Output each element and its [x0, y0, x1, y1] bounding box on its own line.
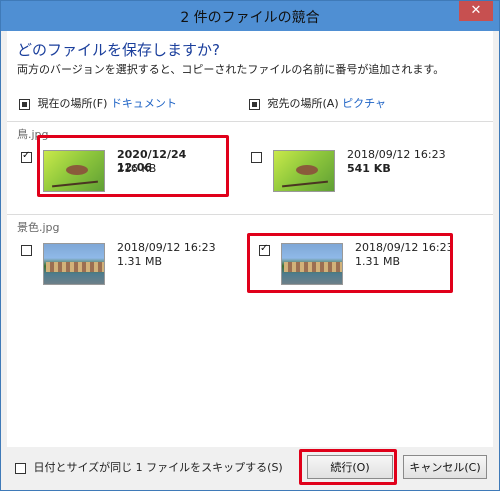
left-location-link[interactable]: ドキュメント	[111, 97, 177, 110]
question-heading: どのファイルを保存しますか?	[17, 41, 220, 59]
dialog-footer: 日付とサイズが同じ 1 ファイルをスキップする(S) 続行(O) キャンセル(C…	[1, 447, 499, 490]
dialog-content: どのファイルを保存しますか? 両方のバージョンを選択すると、コピーされたファイル…	[7, 31, 493, 447]
dialog-title: 2 件のファイルの競合	[180, 10, 320, 26]
file-date: 2018/09/12 16:23	[347, 148, 446, 161]
file-date: 2018/09/12 16:23	[117, 241, 216, 254]
close-icon: ✕	[470, 3, 482, 18]
conflict-dialog: 2 件のファイルの競合 ✕ どのファイルを保存しますか? 両方のバージョンを選択…	[0, 0, 500, 491]
landscape-left-checkbox[interactable]	[21, 245, 32, 256]
file-size: 1.31 MB	[117, 255, 163, 268]
cancel-button[interactable]: キャンセル(C)	[403, 455, 487, 479]
landscape-thumbnail	[43, 243, 105, 285]
bird-thumbnail	[273, 150, 335, 192]
skip-label: 日付とサイズが同じ 1 ファイルをスキップする(S)	[33, 461, 283, 474]
right-select-all-checkbox[interactable]	[249, 98, 260, 110]
skip-checkbox[interactable]	[15, 462, 26, 474]
right-location-label: 宛先の場所(A)	[267, 97, 339, 110]
file-name: 景色.jpg	[17, 221, 60, 234]
bird-left-checkbox[interactable]	[21, 150, 32, 163]
title-bar: 2 件のファイルの競合 ✕	[1, 1, 499, 31]
highlight-frame	[247, 233, 453, 293]
highlight-frame	[37, 135, 229, 197]
close-button[interactable]: ✕	[459, 1, 493, 21]
bird-right-option[interactable]: 2018/09/12 16:23 541 KB	[243, 144, 455, 204]
instruction-text: 両方のバージョンを選択すると、コピーされたファイルの名前に番号が追加されます。	[17, 63, 445, 76]
left-column-header[interactable]: 現在の場所(F) ドキュメント	[19, 95, 177, 111]
bird-right-checkbox[interactable]	[251, 152, 262, 163]
left-location-label: 現在の場所(F)	[37, 97, 108, 110]
file-size: 541 KB	[347, 162, 391, 175]
landscape-left-option[interactable]: 2018/09/12 16:23 1.31 MB	[13, 237, 225, 297]
right-column-header[interactable]: 宛先の場所(A) ピクチャ	[249, 95, 386, 111]
highlight-frame	[299, 449, 397, 485]
left-select-all-checkbox[interactable]	[19, 98, 30, 110]
skip-option[interactable]: 日付とサイズが同じ 1 ファイルをスキップする(S)	[15, 459, 283, 475]
right-location-link[interactable]: ピクチャ	[342, 97, 386, 110]
